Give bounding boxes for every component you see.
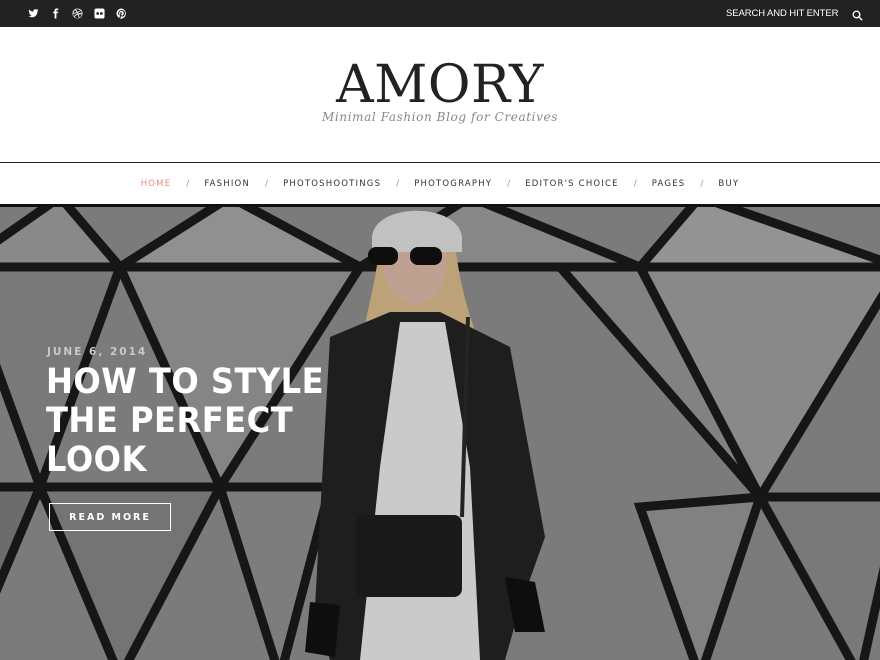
nav-separator: / [186,179,190,189]
nav-item-photography[interactable]: PHOTOGRAPHY [414,179,492,189]
nav-separator: / [633,179,637,189]
pinterest-icon[interactable] [114,7,128,21]
main-navigation: HOME / FASHION / PHOTOSHOOTINGS / PHOTOG… [0,162,880,207]
nav-item-pages[interactable]: PAGES [652,179,686,189]
nav-item-buy[interactable]: BUY [718,179,739,189]
post-date: JUNE 6, 2014 [47,346,148,358]
social-links [26,0,128,27]
site-tagline: Minimal Fashion Blog for Creatives [322,110,558,124]
facebook-icon[interactable] [48,7,62,21]
search-icon[interactable] [852,8,864,20]
site-header: AMORY Minimal Fashion Blog for Creatives [0,27,880,162]
nav-item-home[interactable]: HOME [141,179,172,189]
read-more-button[interactable]: READ MORE [49,503,171,531]
nav-item-fashion[interactable]: FASHION [204,179,250,189]
search-area [726,0,864,27]
nav-separator: / [265,179,269,189]
flickr-icon[interactable] [92,7,106,21]
twitter-icon[interactable] [26,7,40,21]
top-bar [0,0,880,27]
search-input[interactable] [726,8,838,19]
nav-separator: / [700,179,704,189]
nav-separator: / [396,179,400,189]
nav-item-editors-choice[interactable]: EDITOR'S CHOICE [525,179,618,189]
site-logo[interactable]: AMORY [0,57,880,113]
post-title[interactable]: HOW TO STYLE THE PERFECT LOOK [46,363,359,480]
nav-item-photoshootings[interactable]: PHOTOSHOOTINGS [283,179,381,189]
dribbble-icon[interactable] [70,7,84,21]
nav-separator: / [507,179,511,189]
hero-slider: JUNE 6, 2014 HOW TO STYLE THE PERFECT LO… [0,207,880,660]
